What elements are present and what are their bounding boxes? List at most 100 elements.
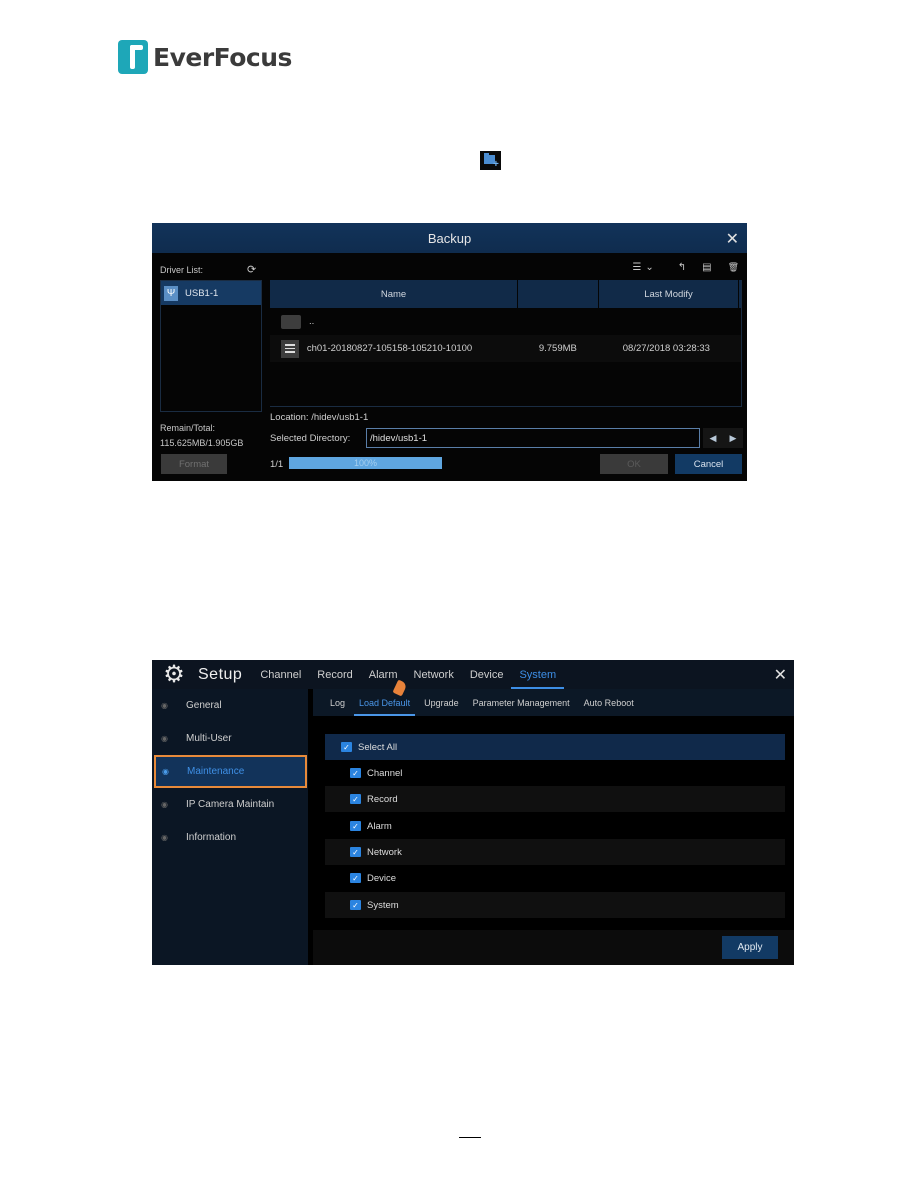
option-device[interactable]: ✓ Device — [325, 865, 785, 891]
checkbox[interactable]: ✓ — [350, 794, 361, 804]
ok-button[interactable]: OK — [600, 454, 668, 474]
tab-network[interactable]: Network — [406, 660, 462, 689]
list-view-icon[interactable]: ☰ — [632, 262, 641, 273]
everfocus-logo: EverFocus — [118, 40, 292, 74]
selected-directory-input[interactable] — [366, 428, 700, 448]
table-row[interactable]: ch01-20180827-105158-105210-10100 9.759M… — [270, 335, 741, 362]
option-label: System — [367, 899, 399, 911]
file-name: ch01-20180827-105158-105210-10100 — [306, 343, 473, 354]
load-default-panel: ✓ Select All ✓ Channel ✓ Record ✓ Alarm ✓ Net… — [313, 716, 794, 965]
close-icon[interactable]: ✕ — [774, 665, 787, 685]
usb-icon: Ψ — [164, 285, 178, 301]
file-toolbar: ☰ ⌄ ↰ ▤ 🗑 — [632, 262, 739, 273]
tab-channel[interactable]: Channel — [252, 660, 309, 689]
sidebar-item-general[interactable]: ◉ General — [152, 689, 308, 722]
column-header-last-modify[interactable]: Last Modify — [599, 280, 739, 308]
sidebar: ◉ General ◉ Multi-User ◉ Maintenance ◉ IP Ca… — [152, 689, 308, 965]
checkbox[interactable]: ✓ — [350, 900, 361, 910]
bullet-icon: ◉ — [161, 734, 168, 743]
column-header-size[interactable] — [518, 280, 599, 308]
setup-header: ⚙ Setup Channel Record Alarm Network Dev… — [152, 660, 794, 689]
backup-title: Backup — [427, 230, 472, 246]
sidebar-item-ip-camera-maintain[interactable]: ◉ IP Camera Maintain — [152, 788, 308, 821]
driver-list-label: Driver List: — [160, 265, 204, 275]
panel-footer: Apply — [313, 930, 794, 965]
option-label: Device — [367, 872, 397, 884]
setup-title: Setup — [198, 665, 243, 683]
sidebar-item-label: General — [186, 700, 222, 711]
sidebar-item-multi-user[interactable]: ◉ Multi-User — [152, 722, 308, 755]
tab-record[interactable]: Record — [309, 660, 360, 689]
option-channel[interactable]: ✓ Channel — [325, 760, 785, 786]
page-indicator: 1/1 — [270, 459, 284, 470]
checkbox[interactable]: ✓ — [350, 821, 361, 831]
option-label: Network — [367, 846, 402, 858]
prev-icon[interactable]: ◀ — [710, 433, 717, 444]
checkbox[interactable]: ✓ — [350, 873, 361, 883]
remain-total-label: Remain/Total: — [160, 423, 216, 433]
file-icon — [281, 339, 299, 358]
refresh-icon[interactable]: ⟳ — [247, 263, 256, 276]
option-network[interactable]: ✓ Network — [325, 839, 785, 865]
subtab-upgrade[interactable]: Upgrade — [417, 689, 466, 716]
sidebar-item-maintenance[interactable]: ◉ Maintenance — [154, 755, 307, 788]
chevron-down-icon[interactable]: ⌄ — [645, 262, 653, 273]
sidebar-item-information[interactable]: ◉ Information — [152, 821, 308, 854]
table-header: Name Last Modify — [270, 280, 741, 308]
backup-title-bar: Backup ✕ — [152, 223, 747, 253]
subtab-load-default[interactable]: Load Default — [352, 689, 417, 716]
option-label: Alarm — [367, 820, 392, 832]
progress-bar: 100% — [289, 457, 442, 469]
subtab-log[interactable]: Log — [323, 689, 352, 716]
location-text: Location: /hidev/usb1-1 — [270, 412, 369, 423]
option-label: Select All — [358, 741, 398, 753]
folder-icon — [281, 314, 301, 329]
page-number-line — [459, 1137, 481, 1138]
checkbox[interactable]: ✓ — [350, 847, 361, 857]
sidebar-item-label: Multi-User — [186, 733, 232, 744]
subtab-auto-reboot[interactable]: Auto Reboot — [577, 689, 641, 716]
driver-label: USB1-1 — [185, 287, 219, 299]
progress-fill: 100% — [289, 457, 442, 469]
next-icon[interactable]: ▶ — [730, 433, 737, 444]
bullet-icon: ◉ — [161, 701, 168, 710]
tab-system[interactable]: System — [511, 660, 564, 689]
add-folder-icon: + — [480, 151, 501, 170]
checkbox[interactable]: ✓ — [350, 768, 361, 778]
sidebar-item-label: Maintenance — [187, 766, 245, 777]
option-label: Record — [367, 793, 398, 805]
checkbox[interactable]: ✓ — [341, 742, 352, 752]
close-icon[interactable]: ✕ — [726, 229, 739, 249]
option-system[interactable]: ✓ System — [325, 892, 785, 918]
trash-icon[interactable]: 🗑 — [728, 262, 739, 273]
format-button[interactable]: Format — [161, 454, 227, 474]
driver-list: Ψ USB1-1 — [160, 280, 262, 412]
cancel-button[interactable]: Cancel — [675, 454, 742, 474]
logo-text: EverFocus — [153, 42, 292, 72]
selected-directory-label: Selected Directory: — [270, 433, 351, 444]
file-size: 9.759MB — [538, 343, 577, 354]
new-folder-icon[interactable]: ▤ — [702, 262, 711, 273]
option-alarm[interactable]: ✓ Alarm — [325, 813, 785, 839]
sidebar-item-label: IP Camera Maintain — [186, 799, 275, 810]
gear-icon: ⚙ — [163, 660, 185, 688]
bullet-icon: ◉ — [161, 800, 168, 809]
main-tabs: Channel Record Alarm Network Device Syst… — [252, 660, 564, 689]
sidebar-item-label: Information — [186, 832, 237, 843]
option-record[interactable]: ✓ Record — [325, 786, 785, 812]
subtab-parameter-management[interactable]: Parameter Management — [466, 689, 577, 716]
logo-mark-icon — [118, 40, 148, 74]
file-name: .. — [309, 316, 315, 327]
option-select-all[interactable]: ✓ Select All — [325, 734, 785, 760]
sub-tabs: Log Load Default Upgrade Parameter Manag… — [313, 689, 794, 716]
driver-item[interactable]: Ψ USB1-1 — [161, 281, 261, 305]
table-row[interactable]: .. — [270, 308, 741, 335]
apply-button[interactable]: Apply — [722, 936, 778, 959]
option-label: Channel — [367, 767, 403, 779]
page-nav: ◀ ▶ — [703, 428, 743, 448]
back-icon[interactable]: ↰ — [678, 262, 686, 273]
tab-device[interactable]: Device — [462, 660, 512, 689]
file-modified: 08/27/2018 03:28:33 — [622, 343, 710, 354]
column-header-name[interactable]: Name — [270, 280, 518, 308]
bullet-icon: ◉ — [162, 767, 169, 776]
